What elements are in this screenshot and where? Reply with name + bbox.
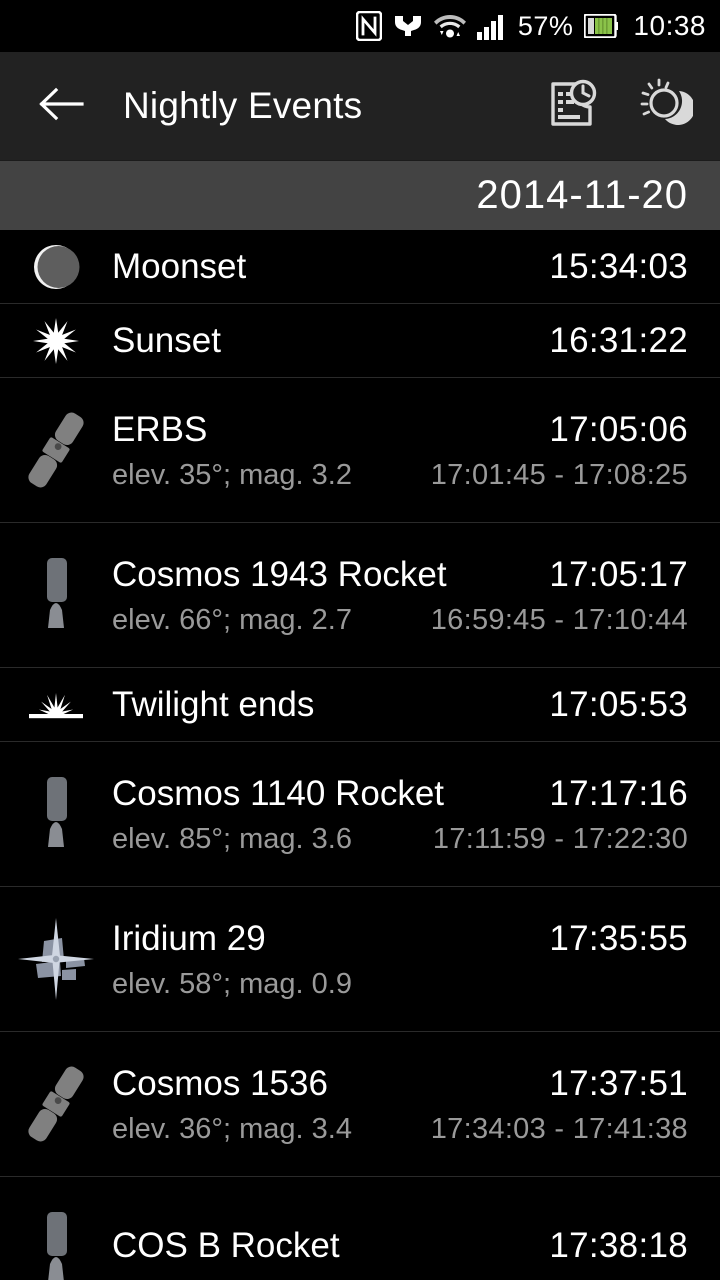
event-row[interactable]: Moonset 15:34:03 — [0, 230, 720, 304]
event-time: 17:35:55 — [549, 919, 688, 958]
date-label: 2014-11-20 — [476, 173, 688, 217]
page-title: Nightly Events — [123, 85, 363, 126]
rocket-body-icon — [0, 742, 112, 886]
event-row[interactable]: Iridium 29 17:35:55 elev. 58°; mag. 0.9 — [0, 887, 720, 1032]
event-details: elev. 35°; mag. 3.2 — [112, 459, 352, 491]
event-name: COS B Rocket — [112, 1225, 340, 1265]
event-name: Cosmos 1943 Rocket — [112, 555, 447, 594]
rocket-body-icon — [0, 523, 112, 667]
nfc-icon — [355, 11, 382, 41]
event-time: 17:17:16 — [549, 774, 688, 813]
battery-icon — [584, 14, 619, 38]
event-time: 17:05:06 — [549, 410, 688, 449]
event-range: 17:01:45 - 17:08:25 — [430, 459, 688, 491]
event-time: 17:38:18 — [549, 1225, 688, 1265]
event-range: 16:59:45 - 17:10:44 — [430, 604, 688, 636]
event-time: 17:05:17 — [549, 555, 688, 594]
date-header: 2014-11-20 — [0, 160, 720, 230]
back-arrow-icon — [38, 86, 84, 127]
satellite-icon — [0, 1032, 112, 1176]
status-bar-clock: 10:38 — [633, 10, 706, 41]
wifi-icon — [433, 12, 466, 40]
twilight-icon — [0, 668, 112, 741]
sun-burst-icon — [0, 304, 112, 377]
event-time: 15:34:03 — [549, 246, 688, 286]
event-row[interactable]: Sunset 16:31:22 — [0, 304, 720, 378]
event-time: 17:37:51 — [549, 1064, 688, 1103]
day-night-toggle-button[interactable] — [634, 74, 698, 138]
back-button[interactable] — [34, 79, 88, 133]
event-row[interactable]: Twilight ends 17:05:53 — [0, 668, 720, 742]
schedule-list-clock-icon — [546, 78, 598, 135]
event-row[interactable]: COS B Rocket 17:38:18 — [0, 1177, 720, 1280]
event-list: Moonset 15:34:03 Sunset 16:31:22 ERBS 17… — [0, 230, 720, 1280]
event-name: Cosmos 1536 — [112, 1064, 328, 1103]
event-name: Sunset — [112, 320, 221, 360]
rocket-body-icon — [0, 1177, 112, 1280]
satellite-icon — [0, 378, 112, 522]
event-name: Iridium 29 — [112, 919, 266, 958]
event-row[interactable]: Cosmos 1536 17:37:51 elev. 36°; mag. 3.4… — [0, 1032, 720, 1177]
event-row[interactable]: Cosmos 1140 Rocket 17:17:16 elev. 85°; m… — [0, 742, 720, 887]
sun-moon-icon — [639, 77, 695, 136]
event-details: elev. 58°; mag. 0.9 — [112, 968, 352, 1000]
event-time: 16:31:22 — [549, 320, 688, 360]
schedule-button[interactable] — [540, 74, 604, 138]
event-name: Twilight ends — [112, 684, 315, 724]
event-range: 17:34:03 - 17:41:38 — [430, 1113, 688, 1145]
event-name: Moonset — [112, 246, 247, 286]
event-details: elev. 66°; mag. 2.7 — [112, 604, 352, 636]
event-row[interactable]: Cosmos 1943 Rocket 17:05:17 elev. 66°; m… — [0, 523, 720, 668]
action-bar: Nightly Events — [0, 52, 720, 160]
moon-icon — [0, 230, 112, 303]
signal-bars-icon — [476, 12, 507, 40]
battery-percent-label: 57% — [517, 10, 574, 41]
event-details: elev. 36°; mag. 3.4 — [112, 1113, 352, 1145]
event-name: ERBS — [112, 410, 208, 449]
iridium-flare-icon — [0, 887, 112, 1031]
event-row[interactable]: ERBS 17:05:06 elev. 35°; mag. 3.2 17:01:… — [0, 378, 720, 523]
event-range: 17:11:59 - 17:22:30 — [432, 823, 688, 855]
status-bar: 57% 10:38 — [0, 0, 720, 52]
event-name: Cosmos 1140 Rocket — [112, 774, 445, 813]
event-time: 17:05:53 — [549, 684, 688, 724]
headset-icon — [393, 12, 423, 40]
event-details: elev. 85°; mag. 3.6 — [112, 823, 352, 855]
